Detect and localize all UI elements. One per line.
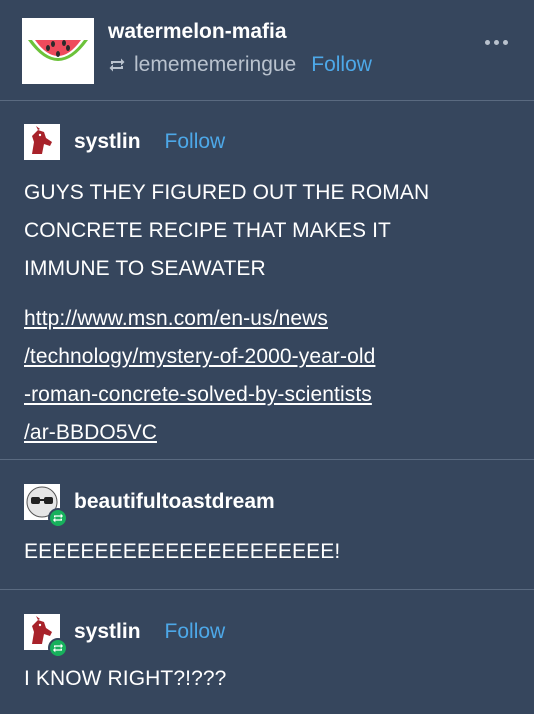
blog-name[interactable]: watermelon-mafia bbox=[108, 20, 287, 44]
post-body: GUYS THEY FIGURED OUT THE ROMAN CONCRETE… bbox=[24, 174, 429, 288]
reblog-icon bbox=[109, 58, 125, 72]
post-username[interactable]: beautifultoastdream bbox=[74, 490, 275, 514]
link-line[interactable]: /technology/mystery-of-2000-year-old bbox=[24, 338, 375, 376]
post-link[interactable]: http://www.msn.com/en-us/news /technolog… bbox=[24, 300, 375, 452]
horse-avatar-icon[interactable] bbox=[24, 614, 68, 658]
divider bbox=[0, 459, 534, 460]
post-text: EEEEEEEEEEEEEEEEEEEEEE! bbox=[24, 540, 341, 563]
post-author: beautifultoastdream bbox=[24, 484, 275, 528]
divider bbox=[0, 589, 534, 590]
post-username[interactable]: systlin bbox=[74, 620, 141, 644]
follow-button[interactable]: Follow bbox=[165, 130, 226, 154]
more-options-icon[interactable] bbox=[485, 40, 508, 45]
post-author: systlin Follow bbox=[24, 614, 226, 658]
reblog-badge-icon bbox=[48, 508, 68, 528]
post-text-line: GUYS THEY FIGURED OUT THE ROMAN bbox=[24, 181, 430, 204]
link-line[interactable]: http://www.msn.com/en-us/news bbox=[24, 300, 375, 338]
post-text-line: IMMUNE TO SEAWATER bbox=[24, 257, 266, 280]
post-body: I KNOW RIGHT?!??? bbox=[24, 660, 226, 698]
horse-avatar-icon[interactable] bbox=[24, 124, 60, 160]
post-username[interactable]: systlin bbox=[74, 130, 141, 154]
link-line[interactable]: -roman-concrete-solved-by-scientists bbox=[24, 376, 375, 414]
post-header: watermelon-mafia lemememeringue Follow bbox=[0, 0, 534, 100]
reblog-source: lemememeringue Follow bbox=[108, 53, 372, 77]
divider bbox=[0, 100, 534, 101]
link-line[interactable]: /ar-BBDO5VC bbox=[24, 414, 375, 452]
follow-button[interactable]: Follow bbox=[165, 620, 226, 644]
follow-button[interactable]: Follow bbox=[311, 53, 372, 77]
sunglasses-avatar-icon[interactable] bbox=[24, 484, 68, 528]
post-body: EEEEEEEEEEEEEEEEEEEEEE! bbox=[24, 533, 340, 571]
post-text-line: CONCRETE RECIPE THAT MAKES IT bbox=[24, 219, 391, 242]
reblog-badge-icon bbox=[48, 638, 68, 658]
watermelon-avatar-icon[interactable] bbox=[22, 18, 94, 84]
post-author: systlin Follow bbox=[24, 124, 225, 160]
post-text: I KNOW RIGHT?!??? bbox=[24, 667, 227, 690]
reblog-source-name[interactable]: lemememeringue bbox=[134, 53, 296, 77]
